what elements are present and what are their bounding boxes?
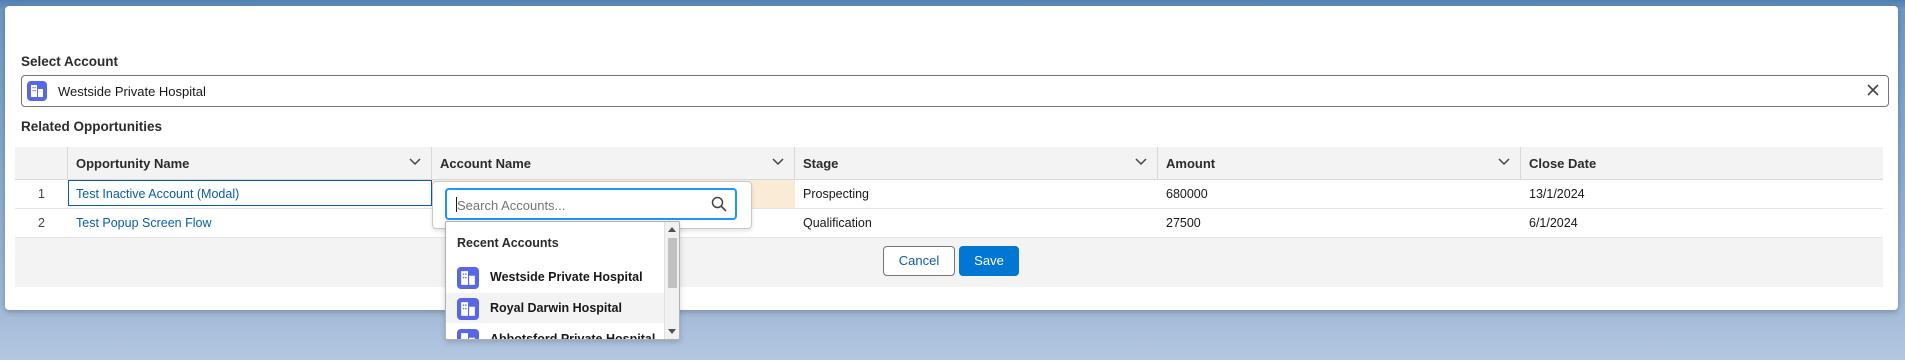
recent-account-option[interactable]: Royal Darwin Hospital bbox=[446, 293, 665, 323]
chevron-down-icon[interactable] bbox=[772, 158, 784, 166]
close-date-cell[interactable]: 13/1/2024 bbox=[1529, 180, 1585, 208]
table-row[interactable]: 2 Test Popup Screen Flow Qualification 2… bbox=[15, 209, 1883, 238]
account-icon bbox=[457, 298, 479, 320]
column-label: Opportunity Name bbox=[76, 156, 190, 171]
opportunities-table: Opportunity Name Account Name Stage Amou… bbox=[15, 147, 1883, 287]
column-header-amount[interactable]: Amount bbox=[1158, 147, 1521, 179]
select-account-label: Select Account bbox=[21, 54, 119, 69]
recent-account-option[interactable]: Westside Private Hospital bbox=[446, 262, 665, 292]
amount-cell[interactable]: 27500 bbox=[1166, 209, 1201, 237]
chevron-down-icon[interactable] bbox=[409, 158, 421, 166]
close-date-cell[interactable]: 6/1/2024 bbox=[1529, 209, 1578, 237]
account-icon bbox=[27, 81, 47, 101]
stage-cell[interactable]: Qualification bbox=[803, 209, 872, 237]
recent-account-label: Westside Private Hospital bbox=[490, 270, 643, 284]
account-search-results: Recent Accounts Westside Private Hospita… bbox=[445, 221, 680, 340]
selected-account-value: Westside Private Hospital bbox=[58, 84, 206, 99]
dropdown-scrollbar[interactable] bbox=[664, 222, 679, 339]
opportunity-name-link[interactable]: Test Inactive Account (Modal) bbox=[76, 180, 239, 208]
search-icon bbox=[711, 196, 727, 212]
save-button[interactable]: Save bbox=[959, 246, 1019, 276]
account-icon bbox=[457, 267, 479, 289]
scroll-up-icon[interactable] bbox=[668, 227, 676, 232]
search-placeholder: Search Accounts... bbox=[457, 198, 566, 213]
column-label: Close Date bbox=[1529, 156, 1597, 171]
column-label: Amount bbox=[1166, 156, 1216, 171]
scroll-down-icon[interactable] bbox=[668, 329, 676, 334]
row-number: 1 bbox=[38, 187, 45, 201]
row-number-header bbox=[15, 147, 68, 179]
row-number: 2 bbox=[38, 216, 45, 230]
account-lookup-field[interactable]: Westside Private Hospital bbox=[21, 75, 1889, 107]
table-header: Opportunity Name Account Name Stage Amou… bbox=[15, 147, 1883, 180]
recent-account-label: Royal Darwin Hospital bbox=[490, 301, 622, 315]
cancel-button[interactable]: Cancel bbox=[883, 246, 955, 276]
recent-account-label: Abbotsford Private Hospital bbox=[490, 332, 656, 340]
recent-account-option[interactable]: Abbotsford Private Hospital bbox=[446, 324, 665, 340]
column-header-account-name[interactable]: Account Name bbox=[432, 147, 795, 179]
chevron-down-icon[interactable] bbox=[1135, 158, 1147, 166]
clear-selection-icon[interactable] bbox=[1864, 81, 1882, 99]
related-opportunities-label: Related Opportunities bbox=[21, 119, 163, 134]
chevron-down-icon[interactable] bbox=[1498, 158, 1510, 166]
column-label: Account Name bbox=[440, 156, 532, 171]
account-icon bbox=[457, 329, 479, 339]
opportunity-name-link[interactable]: Test Popup Screen Flow bbox=[76, 209, 212, 237]
scroll-thumb[interactable] bbox=[668, 238, 677, 288]
amount-cell[interactable]: 680000 bbox=[1166, 180, 1208, 208]
column-header-close-date[interactable]: Close Date bbox=[1521, 147, 1883, 179]
stage-cell[interactable]: Prospecting bbox=[803, 180, 869, 208]
recent-accounts-heading: Recent Accounts bbox=[457, 236, 559, 250]
table-row[interactable]: 1 Test Inactive Account (Modal) Prospect… bbox=[15, 180, 1883, 209]
column-header-opportunity-name[interactable]: Opportunity Name bbox=[68, 147, 432, 179]
column-header-stage[interactable]: Stage bbox=[795, 147, 1158, 179]
account-search-input[interactable]: Search Accounts... bbox=[445, 188, 737, 220]
column-label: Stage bbox=[803, 156, 839, 171]
